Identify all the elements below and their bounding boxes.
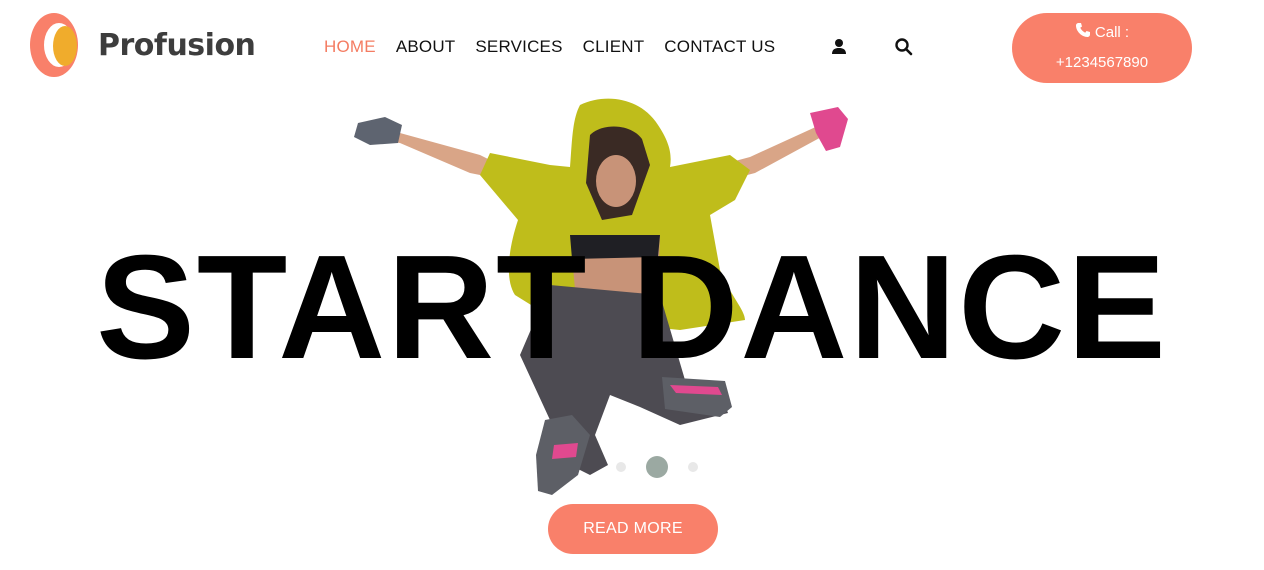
nav-contact-us[interactable]: CONTACT US bbox=[664, 37, 775, 57]
search-icon[interactable] bbox=[894, 37, 914, 57]
logo-mark-icon bbox=[30, 13, 80, 77]
call-number: +1234567890 bbox=[1055, 54, 1149, 71]
call-label: Call : bbox=[1094, 24, 1130, 41]
user-icon[interactable] bbox=[829, 37, 849, 57]
read-more-button[interactable]: READ MORE bbox=[548, 504, 718, 554]
carousel-dot-1[interactable] bbox=[616, 462, 626, 472]
hero-title: START DANCE bbox=[96, 225, 1168, 390]
phone-icon bbox=[1075, 22, 1095, 43]
nav-client[interactable]: CLIENT bbox=[583, 37, 645, 57]
carousel-dot-3[interactable] bbox=[688, 462, 698, 472]
brand-logo[interactable]: Profusion bbox=[30, 13, 256, 77]
call-button[interactable]: Call : +1234567890 bbox=[1012, 13, 1192, 83]
main-nav: HOME ABOUT SERVICES CLIENT CONTACT US bbox=[324, 37, 795, 57]
nav-home[interactable]: HOME bbox=[324, 37, 376, 57]
carousel-indicators bbox=[606, 456, 708, 478]
nav-services[interactable]: SERVICES bbox=[475, 37, 562, 57]
nav-about[interactable]: ABOUT bbox=[396, 37, 456, 57]
brand-name: Profusion bbox=[98, 27, 256, 63]
carousel-dot-2[interactable] bbox=[646, 456, 668, 478]
